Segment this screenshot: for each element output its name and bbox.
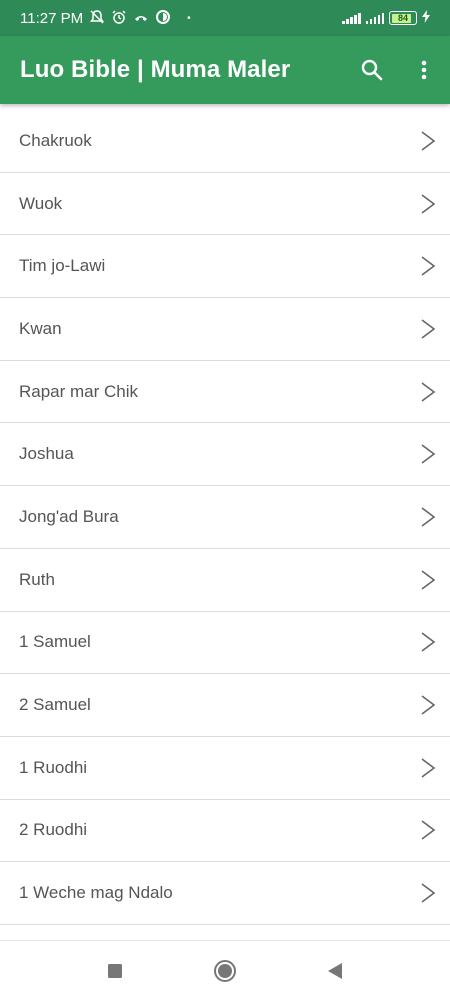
- book-name: Tim jo-Lawi: [19, 256, 106, 276]
- list-item[interactable]: Kwan: [0, 298, 450, 361]
- list-item[interactable]: Jong'ad Bura: [0, 486, 450, 549]
- alarm-icon: [111, 9, 127, 28]
- list-item[interactable]: Joshua: [0, 423, 450, 487]
- charging-icon: [422, 10, 430, 26]
- status-bar: 11:27 PM • 84: [0, 0, 450, 36]
- chevron-right-icon: [418, 819, 438, 841]
- data-saver-icon: [155, 9, 171, 28]
- chevron-right-icon: [418, 694, 438, 716]
- book-name: 2 Samuel: [19, 695, 91, 715]
- book-name: Joshua: [19, 444, 74, 464]
- signal-icon: [365, 12, 384, 24]
- chevron-right-icon: [418, 193, 438, 215]
- book-name: 1 Samuel: [19, 632, 91, 652]
- chevron-right-icon: [418, 569, 438, 591]
- list-item[interactable]: 1 Weche mag Ndalo: [0, 862, 450, 925]
- chevron-right-icon: [418, 381, 438, 403]
- nav-bar: [0, 940, 450, 1000]
- book-name: 1 Weche mag Ndalo: [19, 883, 173, 903]
- back-button[interactable]: [320, 956, 350, 986]
- app-title: Luo Bible | Muma Maler: [20, 56, 291, 83]
- list-item[interactable]: Ruth: [0, 549, 450, 612]
- search-button[interactable]: [346, 44, 398, 96]
- home-button[interactable]: [210, 956, 240, 986]
- battery-percent: 84: [397, 13, 408, 23]
- call-icon: [133, 9, 149, 28]
- list-item[interactable]: 2 Ruodhi: [0, 800, 450, 863]
- list-item[interactable]: Tim jo-Lawi: [0, 235, 450, 299]
- status-time: 11:27 PM: [20, 9, 84, 27]
- chevron-right-icon: [418, 255, 438, 277]
- app-actions: [346, 44, 450, 96]
- book-list: Chakruok Wuok Tim jo-Lawi Kwan Rapar mar Chi…: [0, 110, 450, 925]
- book-name: Rapar mar Chik: [19, 381, 139, 401]
- dot-icon: •: [187, 12, 191, 24]
- chevron-right-icon: [418, 318, 438, 340]
- list-item[interactable]: Wuok: [0, 173, 450, 236]
- book-name: 2 Ruodhi: [19, 820, 88, 840]
- battery-icon: 84: [389, 11, 417, 25]
- book-name: 1 Ruodhi: [19, 757, 88, 777]
- mute-icon: [89, 9, 105, 28]
- chevron-right-icon: [418, 757, 438, 779]
- signal-icon: [342, 12, 361, 24]
- book-name: Ruth: [19, 569, 55, 589]
- back-icon: [328, 962, 342, 979]
- status-icons-left: •: [89, 9, 191, 28]
- list-item[interactable]: Chakruok: [0, 110, 450, 173]
- list-item[interactable]: 1 Ruodhi: [0, 737, 450, 800]
- home-icon: [214, 959, 236, 982]
- chevron-right-icon: [418, 130, 438, 152]
- book-name: Chakruok: [19, 130, 92, 150]
- status-right: 84: [342, 10, 430, 26]
- list-item[interactable]: 1 Samuel: [0, 612, 450, 675]
- more-vert-icon: [421, 60, 427, 80]
- recents-icon: [108, 963, 122, 978]
- book-name: Jong'ad Bura: [19, 506, 119, 526]
- more-options-button[interactable]: [398, 44, 450, 96]
- chevron-right-icon: [418, 506, 438, 528]
- list-item[interactable]: Rapar mar Chik: [0, 361, 450, 424]
- book-name: Kwan: [19, 318, 62, 338]
- list-item[interactable]: 2 Samuel: [0, 674, 450, 737]
- search-icon: [361, 59, 383, 81]
- book-name: Wuok: [19, 193, 63, 213]
- app-bar: Luo Bible | Muma Maler: [0, 36, 450, 104]
- chevron-right-icon: [418, 882, 438, 904]
- chevron-right-icon: [418, 443, 438, 465]
- chevron-right-icon: [418, 631, 438, 653]
- recents-button[interactable]: [100, 956, 130, 986]
